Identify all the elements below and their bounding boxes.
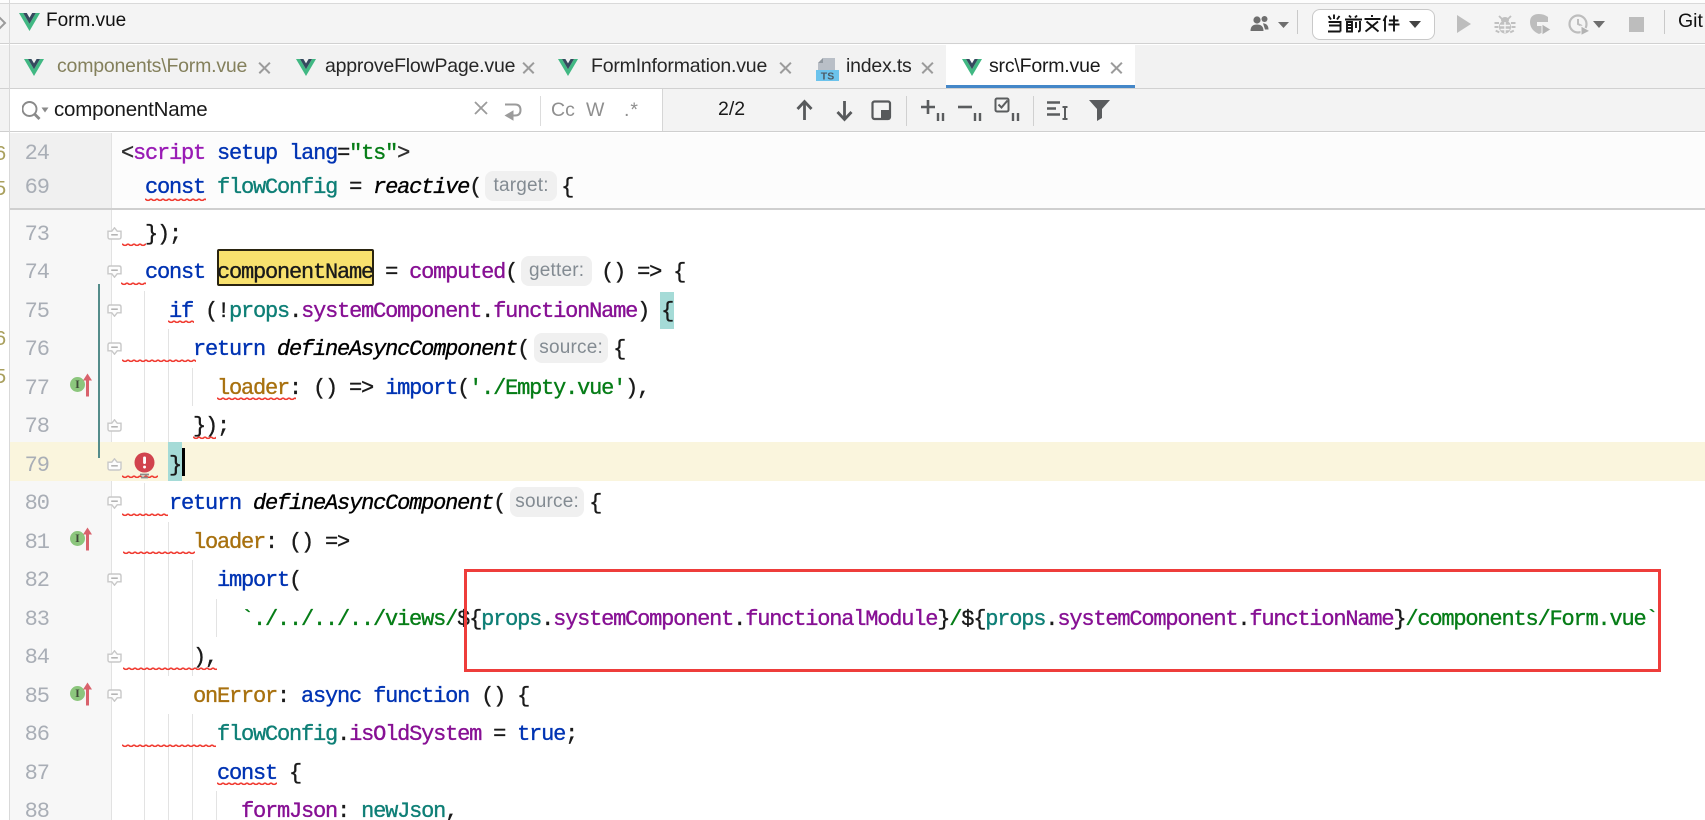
svg-text:TS: TS (821, 71, 834, 83)
